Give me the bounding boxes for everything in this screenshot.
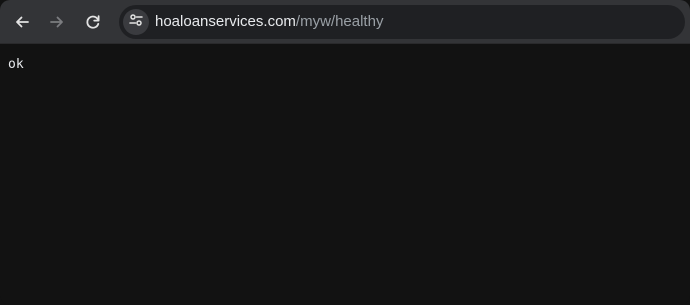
url-path: /myw/healthy	[295, 13, 384, 30]
address-bar[interactable]: hoaloanservices.com/myw/healthy	[119, 5, 685, 39]
reload-icon	[84, 13, 102, 31]
response-text: ok	[8, 57, 24, 72]
arrow-left-icon	[13, 13, 31, 31]
tune-icon	[128, 12, 144, 33]
browser-window: hoaloanservices.com/myw/healthy ok	[0, 0, 690, 305]
url-text[interactable]: hoaloanservices.com/myw/healthy	[155, 5, 383, 39]
arrow-right-icon	[48, 13, 66, 31]
browser-toolbar: hoaloanservices.com/myw/healthy	[0, 0, 690, 44]
back-button[interactable]	[8, 8, 36, 36]
url-host: hoaloanservices.com	[155, 13, 296, 30]
reload-button[interactable]	[79, 8, 107, 36]
forward-button[interactable]	[43, 8, 71, 36]
page-content: ok	[0, 45, 690, 305]
site-info-button[interactable]	[123, 9, 149, 35]
